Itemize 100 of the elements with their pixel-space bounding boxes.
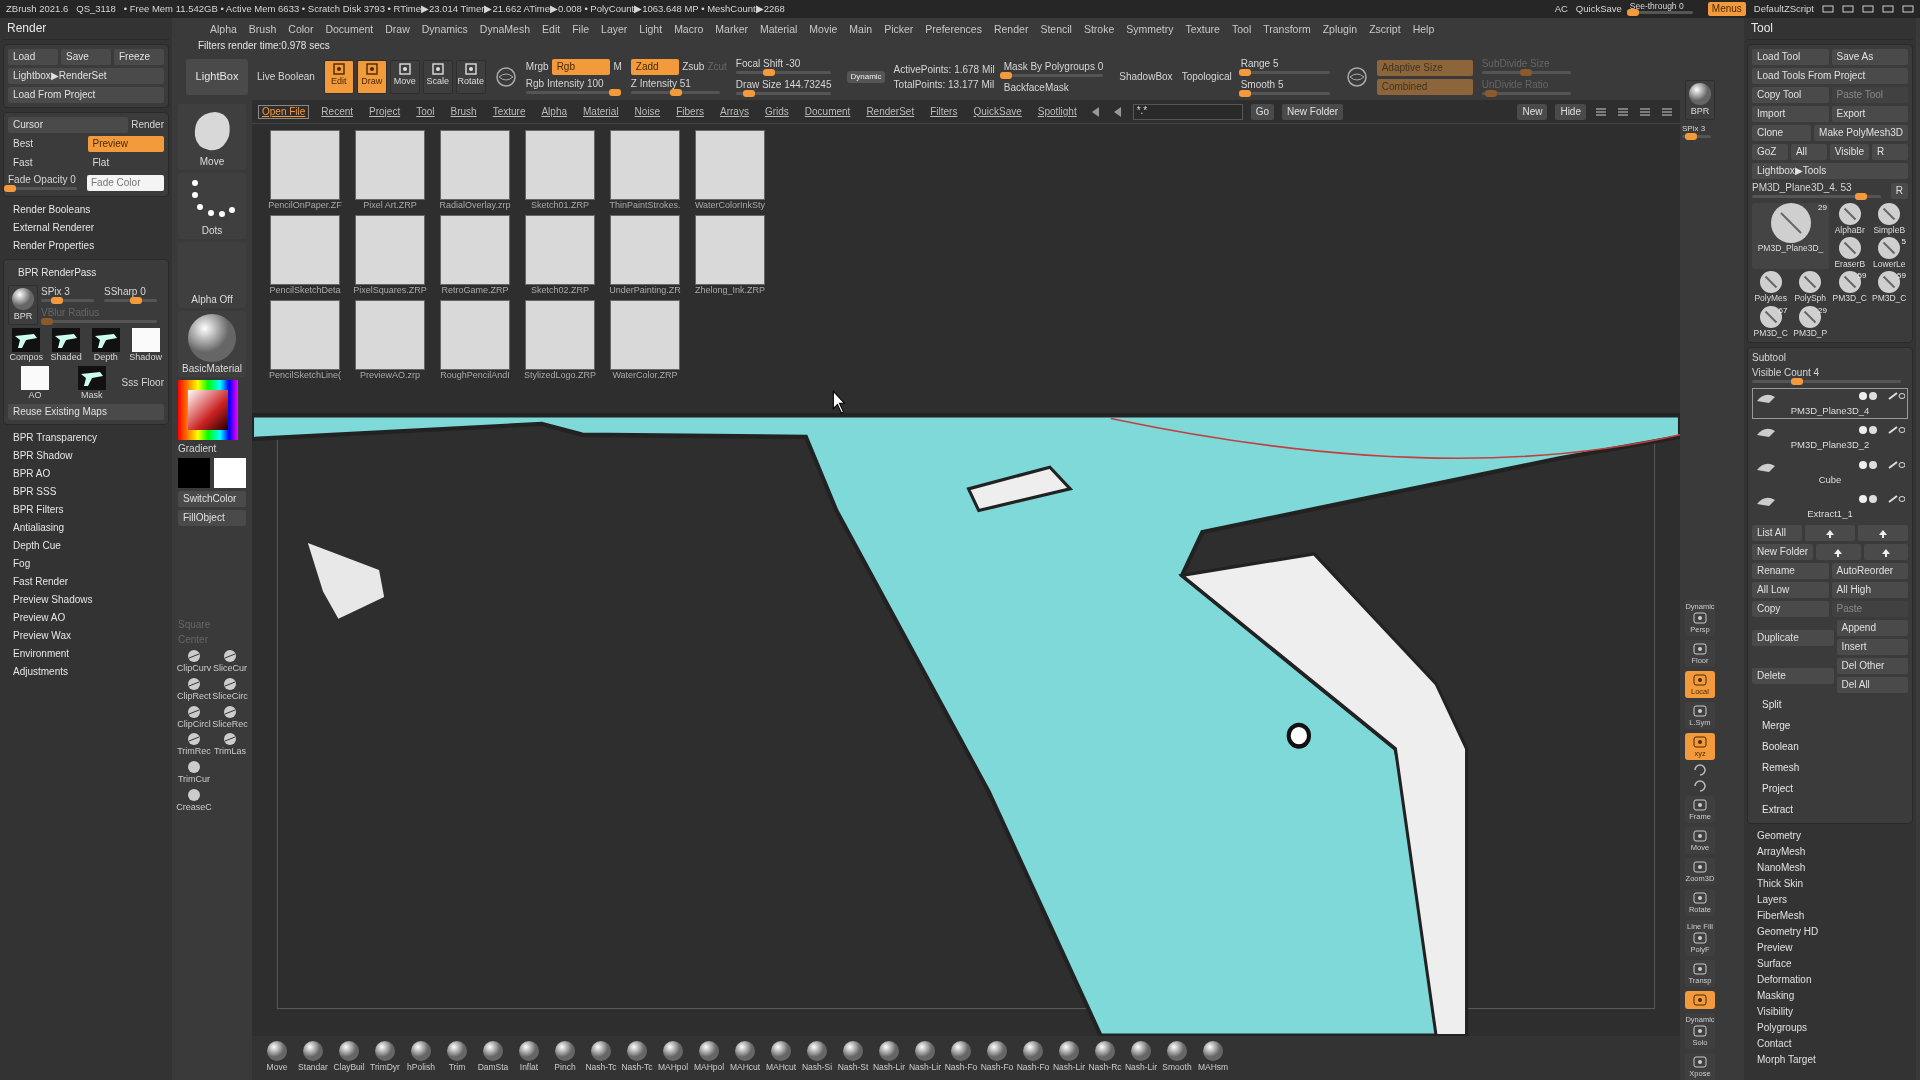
map-preview[interactable] xyxy=(52,328,81,352)
section-heading[interactable]: Thick Skin xyxy=(1747,876,1913,893)
brush-button[interactable]: Nash-Lir xyxy=(1126,1040,1156,1080)
brush-button[interactable]: MAHcut xyxy=(766,1040,796,1080)
section-heading[interactable]: Deformation xyxy=(1747,972,1913,989)
clip-tool-button[interactable]: ClipCircl xyxy=(178,704,210,730)
tool-button[interactable]: All xyxy=(1790,144,1827,160)
subtool-button[interactable]: Duplicate xyxy=(1752,629,1834,646)
brush-button[interactable]: Nash-Tc xyxy=(586,1040,616,1080)
toolbar-slider[interactable]: Draw Size 144.73245 xyxy=(735,78,839,97)
map-preview[interactable] xyxy=(12,328,41,352)
brush-button[interactable]: Move xyxy=(178,104,246,170)
brush-button[interactable]: Nash-Fo xyxy=(946,1040,976,1080)
slider-thumb[interactable] xyxy=(1239,89,1252,97)
render-button[interactable]: Reuse Existing Maps xyxy=(8,403,164,420)
section-heading[interactable]: Adjustments xyxy=(3,662,79,681)
menu-item[interactable]: Material xyxy=(760,22,798,36)
tool-button[interactable]: Copy Tool xyxy=(1752,87,1829,103)
brush-button[interactable]: MAHcut xyxy=(730,1040,760,1080)
menu-item[interactable]: Stroke xyxy=(1083,22,1115,36)
title-bar-button[interactable]: Menus xyxy=(1707,2,1746,16)
browser-button[interactable]: New xyxy=(1517,103,1548,120)
clip-tool-button[interactable]: SliceCur xyxy=(214,649,246,674)
render-button[interactable]: Save xyxy=(61,49,111,65)
tool-slider[interactable]: PM3D_Plane3D_4. 53 xyxy=(1752,182,1888,200)
browser-tab[interactable]: Arrays xyxy=(716,104,753,119)
rotate-icon[interactable] xyxy=(1693,780,1707,792)
tool-button[interactable]: R xyxy=(1890,183,1908,199)
section-heading[interactable]: Fog xyxy=(3,554,41,573)
browser-tab[interactable]: Brush xyxy=(446,104,481,119)
menu-item[interactable]: Marker xyxy=(715,22,748,36)
section-heading[interactable]: Preview Shadows xyxy=(3,590,103,609)
file-thumbnail[interactable]: PreviewAO.zrp xyxy=(355,299,425,381)
section-heading[interactable]: Fast Render xyxy=(3,572,79,591)
subtool-button[interactable]: Append xyxy=(1836,620,1908,637)
render-button[interactable]: Freeze xyxy=(114,49,164,65)
toolbar-button[interactable]: Rgb xyxy=(551,58,611,75)
toolbar-slider[interactable]: Focal Shift -30 xyxy=(735,57,839,76)
menu-item[interactable]: Brush xyxy=(248,22,277,36)
menu-item[interactable]: Render xyxy=(993,22,1029,36)
tool-button[interactable]: Clone xyxy=(1752,125,1812,141)
slider-thumb[interactable] xyxy=(1239,68,1252,76)
slider-thumb[interactable] xyxy=(763,68,776,76)
clip-tool-button[interactable]: TrimLas xyxy=(214,732,246,758)
section-heading[interactable]: Merge xyxy=(1752,717,1801,736)
slider-thumb[interactable] xyxy=(1855,193,1868,200)
subtool-button[interactable]: Delete xyxy=(1752,667,1834,684)
section-heading[interactable]: Geometry HD xyxy=(1747,924,1913,941)
tool-button[interactable]: Rotate xyxy=(455,60,486,94)
menu-item[interactable]: Movie xyxy=(809,22,838,36)
render-option[interactable]: Flat xyxy=(87,155,164,171)
bpr-button[interactable]: BPR xyxy=(8,285,38,325)
section-heading[interactable]: Polygroups xyxy=(1747,1020,1913,1037)
subtool-item[interactable]: Extract1_1 xyxy=(1752,490,1908,523)
browser-button[interactable]: Hide xyxy=(1555,103,1586,120)
color-button[interactable]: FillObject xyxy=(178,510,246,526)
sphere-icon[interactable] xyxy=(1345,66,1368,88)
section-heading[interactable]: BPR RenderPass xyxy=(8,264,107,282)
toolbar-slider[interactable]: Z Intensity 51 xyxy=(630,77,727,96)
file-thumbnail[interactable]: RetroGame.ZRP xyxy=(440,214,510,296)
brush-button[interactable]: ClayBuil xyxy=(334,1040,364,1080)
render-button[interactable]: Load From Project xyxy=(8,87,164,103)
menu-item[interactable]: Tool xyxy=(1231,22,1252,36)
menu-item[interactable]: Help xyxy=(1412,22,1435,36)
tool-button[interactable]: Visible xyxy=(1829,144,1870,160)
menu-item[interactable]: DynaMesh xyxy=(479,22,531,36)
browser-tab[interactable]: Tool xyxy=(412,104,439,119)
tool-button[interactable]: Scale xyxy=(422,60,453,94)
file-thumbnail[interactable]: Sketch01.ZRP xyxy=(525,130,595,211)
menu-item[interactable]: Preferences xyxy=(925,22,982,36)
section-heading[interactable]: ArrayMesh xyxy=(1747,844,1913,861)
brush-button[interactable]: MAHsm xyxy=(1198,1040,1228,1080)
tool-button[interactable]: Export xyxy=(1831,106,1908,122)
slider-thumb[interactable] xyxy=(999,71,1012,79)
section-heading[interactable]: BPR Filters xyxy=(3,500,74,519)
tool-button[interactable]: Draw xyxy=(356,60,387,94)
section-heading[interactable]: Project xyxy=(1752,780,1804,799)
section-heading[interactable]: Split xyxy=(1752,696,1792,715)
section-heading[interactable]: BPR AO xyxy=(3,464,61,483)
sphere-icon[interactable] xyxy=(494,66,517,88)
section-heading[interactable]: Visibility xyxy=(1747,1004,1913,1021)
section-heading[interactable]: Surface xyxy=(1747,956,1913,973)
section-heading[interactable]: Render Booleans xyxy=(3,201,101,219)
brush-button[interactable]: MAHpol xyxy=(658,1040,688,1080)
browser-tab[interactable]: Grids xyxy=(760,104,793,119)
render-option[interactable]: Best xyxy=(8,136,85,152)
slider-thumb[interactable] xyxy=(608,88,621,96)
brush-button[interactable]: MAHpol xyxy=(694,1040,724,1080)
slider-thumb[interactable] xyxy=(1684,132,1697,140)
render-slider[interactable]: SSharp 0 xyxy=(104,285,164,304)
subtool-button[interactable]: Rename xyxy=(1752,563,1829,580)
menu-item[interactable]: File xyxy=(572,22,590,36)
brush-button[interactable]: Nash-St xyxy=(838,1040,868,1080)
file-thumbnail[interactable]: PencilSketchLine( xyxy=(270,299,340,381)
bpr-button[interactable]: BPR xyxy=(1685,80,1715,120)
section-heading[interactable]: Depth Cue xyxy=(3,536,71,555)
file-thumbnail[interactable]: Zhelong_Ink.ZRP xyxy=(695,214,765,296)
subtool-button[interactable]: All Low xyxy=(1752,582,1829,599)
file-thumbnail[interactable]: PixelSquares.ZRP xyxy=(355,214,425,296)
brush-button[interactable]: Nash-Si xyxy=(802,1040,832,1080)
